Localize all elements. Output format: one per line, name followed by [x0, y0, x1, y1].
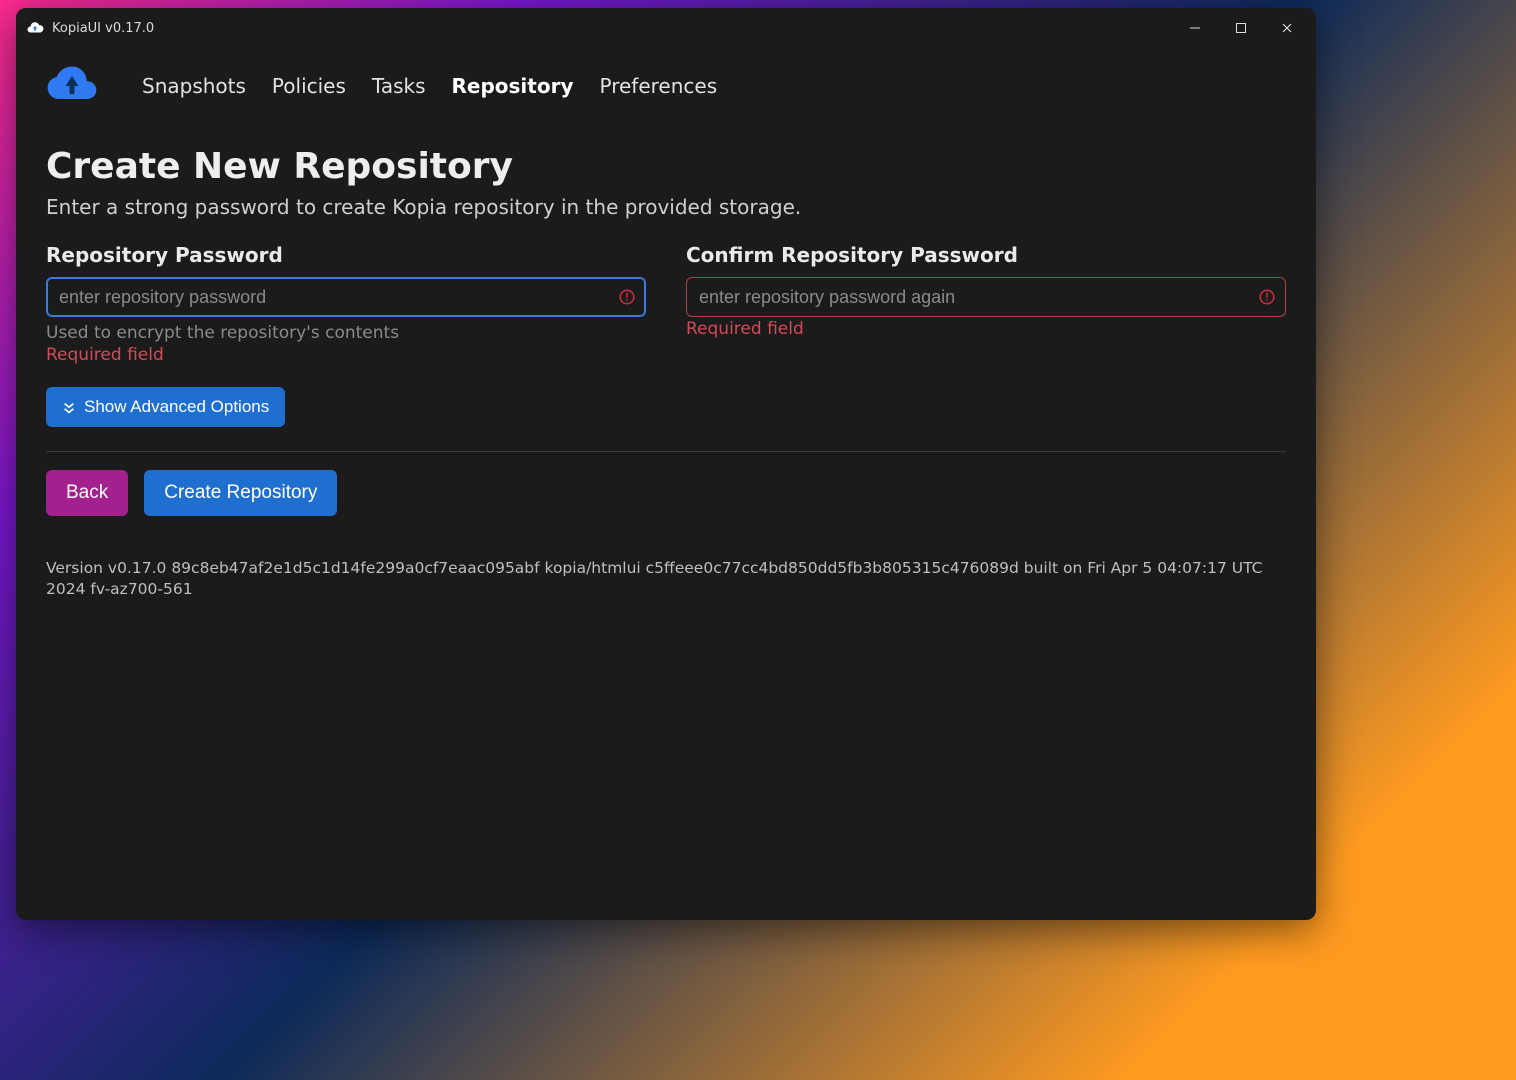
back-button[interactable]: Back [46, 470, 128, 516]
password-input[interactable] [46, 277, 646, 317]
brand-cloud-icon[interactable] [46, 66, 98, 106]
window-title: KopiaUI v0.17.0 [52, 21, 154, 36]
nav-policies[interactable]: Policies [272, 74, 346, 98]
nav-preferences[interactable]: Preferences [599, 74, 717, 98]
action-row: Back Create Repository [46, 470, 1286, 516]
nav-repository[interactable]: Repository [452, 74, 574, 98]
confirm-password-input[interactable] [686, 277, 1286, 317]
error-icon [618, 288, 636, 306]
version-footer: Version v0.17.0 89c8eb47af2e1d5c1d14fe29… [46, 558, 1286, 600]
nav-snapshots[interactable]: Snapshots [142, 74, 246, 98]
window-minimize-button[interactable] [1172, 12, 1218, 44]
page-subtitle: Enter a strong password to create Kopia … [46, 195, 1286, 219]
navbar: Snapshots Policies Tasks Repository Pref… [46, 56, 1286, 128]
password-form: Repository Password Used to encrypt the … [46, 243, 1286, 365]
page-title: Create New Repository [46, 146, 1286, 187]
confirm-label: Confirm Repository Password [686, 243, 1286, 267]
password-error: Required field [46, 345, 646, 365]
confirm-error: Required field [686, 319, 1286, 339]
error-icon [1258, 288, 1276, 306]
chevron-double-down-icon [62, 400, 76, 414]
password-label: Repository Password [46, 243, 646, 267]
window-maximize-button[interactable] [1218, 12, 1264, 44]
window-close-button[interactable] [1264, 12, 1310, 44]
show-advanced-button[interactable]: Show Advanced Options [46, 387, 285, 427]
password-help: Used to encrypt the repository's content… [46, 323, 646, 343]
separator [46, 451, 1286, 452]
titlebar: KopiaUI v0.17.0 [16, 8, 1316, 48]
show-advanced-label: Show Advanced Options [84, 397, 269, 417]
nav-tasks[interactable]: Tasks [372, 74, 426, 98]
create-repository-button[interactable]: Create Repository [144, 470, 337, 516]
content-area: Snapshots Policies Tasks Repository Pref… [16, 48, 1316, 920]
app-window: KopiaUI v0.17.0 Snapshots Policies Tasks… [16, 8, 1316, 920]
app-icon [26, 19, 44, 37]
